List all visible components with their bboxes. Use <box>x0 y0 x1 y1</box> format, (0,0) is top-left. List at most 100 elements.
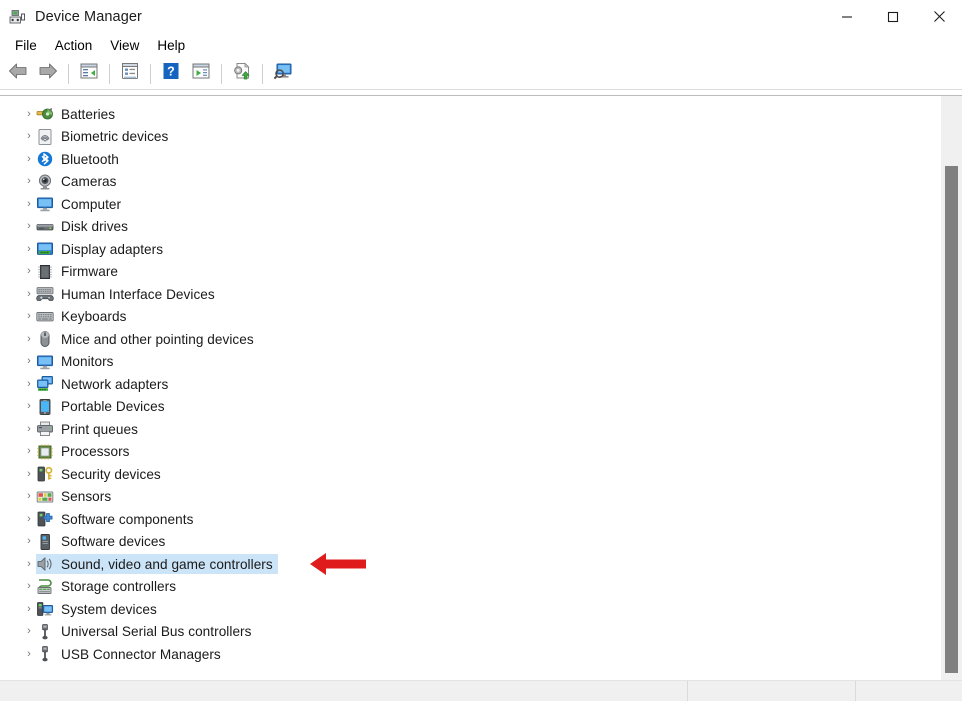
chevron-right-icon[interactable]: › <box>22 379 36 390</box>
chevron-right-icon[interactable]: › <box>22 581 36 592</box>
chevron-right-icon[interactable]: › <box>22 334 36 345</box>
status-bar <box>0 680 962 701</box>
forward-button[interactable] <box>33 60 63 88</box>
tree-item-processors[interactable]: › <box>0 441 941 464</box>
usb-icon <box>36 645 54 663</box>
storage-controller-icon <box>36 578 54 596</box>
close-button[interactable] <box>916 0 962 33</box>
menu-view[interactable]: View <box>101 35 148 56</box>
tree-item-label: Disk drives <box>61 219 128 234</box>
tree-item-keyboards[interactable]: › <box>0 306 941 329</box>
tree-item-label: Bluetooth <box>61 152 119 167</box>
tree-item-batteries[interactable]: › Batteries <box>0 103 941 126</box>
chevron-right-icon[interactable]: › <box>22 154 36 165</box>
menu-action[interactable]: Action <box>46 35 102 56</box>
tree-item-network-adapters[interactable]: › Network adapters <box>0 373 941 396</box>
svg-text:?: ? <box>167 64 175 78</box>
status-cell-1 <box>0 681 688 701</box>
tree-item-label: Storage controllers <box>61 579 176 594</box>
printer-icon <box>36 420 54 438</box>
tree-item-display-adapters[interactable]: › Display adapters <box>0 238 941 261</box>
back-button[interactable] <box>3 60 33 88</box>
chevron-right-icon[interactable]: › <box>22 469 36 480</box>
chevron-right-icon[interactable]: › <box>22 649 36 660</box>
tree-item-mice-and-other-pointing-devices[interactable]: › Mice and other pointing devices <box>0 328 941 351</box>
tree-item-portable-devices[interactable]: › Portable Devices <box>0 396 941 419</box>
tree-item-storage-controllers[interactable]: › Storage controllers <box>0 576 941 599</box>
tree-item-label: Monitors <box>61 354 114 369</box>
tree-item-print-queues[interactable]: › Print queues <box>0 418 941 441</box>
tree-item-sound-video-and-game-controllers[interactable]: › Sound, video and game controllers <box>0 553 941 576</box>
tree-item-disk-drives[interactable]: › Disk drives <box>0 216 941 239</box>
firmware-chip-icon <box>36 263 54 281</box>
tree-item-label: Cameras <box>61 174 117 189</box>
tree-item-computer[interactable]: › Computer <box>0 193 941 216</box>
chevron-right-icon[interactable]: › <box>22 424 36 435</box>
chevron-right-icon[interactable]: › <box>22 221 36 232</box>
chevron-right-icon[interactable]: › <box>22 311 36 322</box>
scan-hardware-icon <box>191 62 211 85</box>
chevron-right-icon[interactable]: › <box>22 109 36 120</box>
processor-icon <box>36 443 54 461</box>
menu-help[interactable]: Help <box>148 35 194 56</box>
window-title: Device Manager <box>35 9 142 25</box>
chevron-right-icon[interactable]: › <box>22 176 36 187</box>
tree-item-label: Computer <box>61 197 121 212</box>
disk-drive-icon <box>36 218 54 236</box>
hid-gamepad-icon <box>36 285 54 303</box>
chevron-right-icon[interactable]: › <box>22 244 36 255</box>
software-component-icon <box>36 510 54 528</box>
tree-item-human-interface-devices[interactable]: › <box>0 283 941 306</box>
chevron-right-icon[interactable]: › <box>22 514 36 525</box>
chevron-right-icon[interactable]: › <box>22 604 36 615</box>
update-driver-button[interactable] <box>227 60 257 88</box>
tree-item-label: Network adapters <box>61 377 168 392</box>
menu-file[interactable]: File <box>6 35 46 56</box>
tree-item-firmware[interactable]: › F <box>0 261 941 284</box>
tree-item-software-devices[interactable]: › Software devices <box>0 531 941 554</box>
tree-item-usb-connector-managers[interactable]: › USB Connector Managers <box>0 643 941 666</box>
computer-icon <box>36 195 54 213</box>
chevron-right-icon[interactable]: › <box>22 536 36 547</box>
window-controls <box>824 0 962 33</box>
network-adapter-icon <box>36 375 54 393</box>
show-hide-console-tree-button[interactable] <box>74 60 104 88</box>
display-resources-button[interactable] <box>268 60 298 88</box>
tree-item-cameras[interactable]: › Cameras <box>0 171 941 194</box>
toolbar: ? <box>0 58 962 90</box>
tree-item-label: Batteries <box>61 107 115 122</box>
security-key-icon <box>36 465 54 483</box>
tree-item-security-devices[interactable]: › Security devices <box>0 463 941 486</box>
minimize-button[interactable] <box>824 0 870 33</box>
chevron-right-icon[interactable]: › <box>22 491 36 502</box>
tree-item-software-components[interactable]: › Software components <box>0 508 941 531</box>
tree-item-sensors[interactable]: › Sensors <box>0 486 941 509</box>
properties-button[interactable] <box>115 60 145 88</box>
chevron-right-icon[interactable]: › <box>22 559 36 570</box>
tree-item-bluetooth[interactable]: › Bluetooth <box>0 148 941 171</box>
chevron-right-icon[interactable]: › <box>22 401 36 412</box>
scan-for-hardware-changes-button[interactable] <box>186 60 216 88</box>
chevron-right-icon[interactable]: › <box>22 446 36 457</box>
usb-icon <box>36 623 54 641</box>
vertical-scrollbar[interactable] <box>941 96 962 680</box>
update-driver-icon <box>232 62 252 85</box>
help-button[interactable]: ? <box>156 60 186 88</box>
toolbar-separator <box>262 64 263 84</box>
keyboard-icon <box>36 308 54 326</box>
tree-item-biometric-devices[interactable]: › Biometric devices <box>0 126 941 149</box>
device-tree-panel: › Batteries › <box>0 95 962 680</box>
tree-item-monitors[interactable]: › Monitors <box>0 351 941 374</box>
maximize-button[interactable] <box>870 0 916 33</box>
tree-item-system-devices[interactable]: › System devices <box>0 598 941 621</box>
chevron-right-icon[interactable]: › <box>22 266 36 277</box>
chevron-right-icon[interactable]: › <box>22 199 36 210</box>
tree-item-label: Human Interface Devices <box>61 287 215 302</box>
tree-item-label: Software components <box>61 512 193 527</box>
chevron-right-icon[interactable]: › <box>22 289 36 300</box>
chevron-right-icon[interactable]: › <box>22 356 36 367</box>
tree-item-universal-serial-bus-controllers[interactable]: › Universal Serial Bus controllers <box>0 621 941 644</box>
vertical-scrollbar-thumb[interactable] <box>945 166 958 673</box>
chevron-right-icon[interactable]: › <box>22 626 36 637</box>
chevron-right-icon[interactable]: › <box>22 131 36 142</box>
